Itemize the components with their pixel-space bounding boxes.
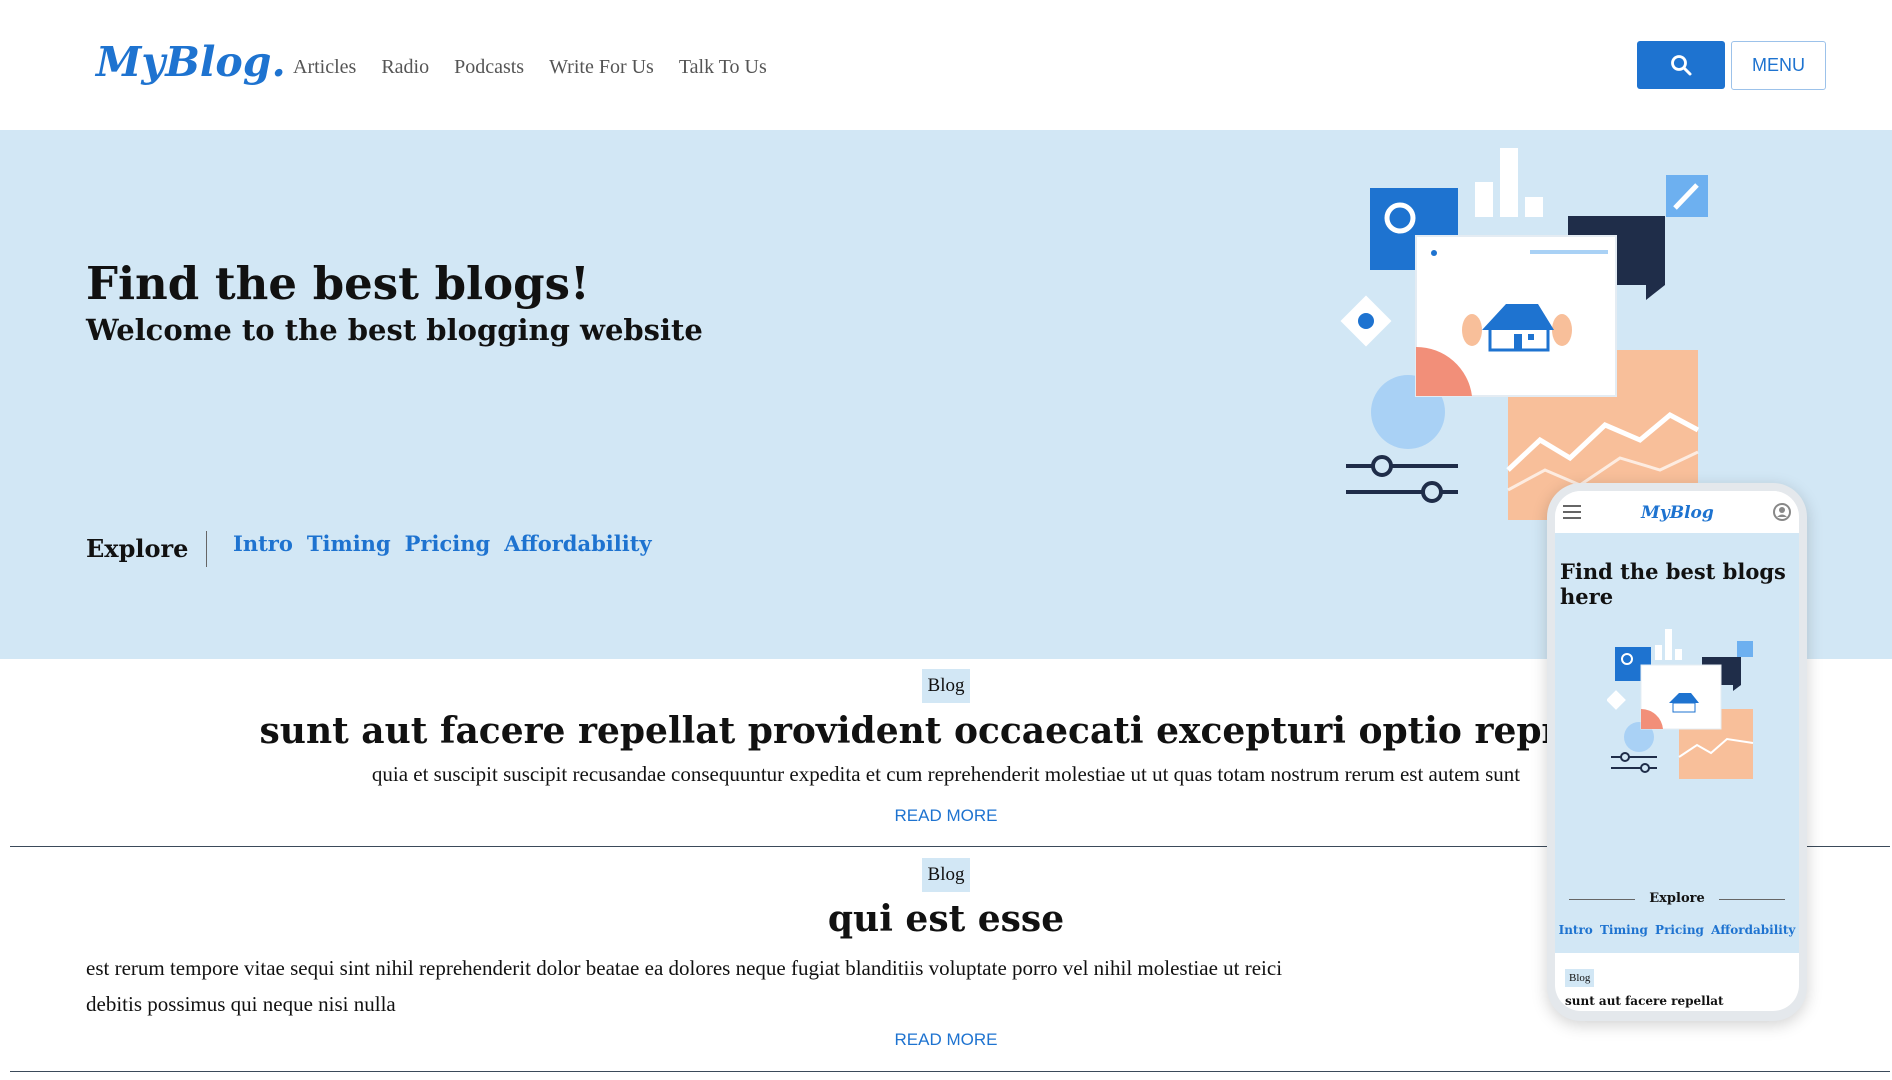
post-body: quia et suscipit suscipit recusandae con… — [371, 762, 1521, 786]
phone-link-pricing[interactable]: Pricing — [1655, 923, 1704, 937]
hero-subtitle: Welcome to the best blogging website — [86, 313, 703, 347]
phone-logo: MyBlog — [1641, 503, 1714, 523]
phone-link-timing[interactable]: Timing — [1600, 923, 1648, 937]
explore-divider — [206, 531, 207, 567]
site-header: MyBlog. Articles Radio Podcasts Write Fo… — [0, 0, 1892, 130]
post-body: est rerum tempore vitae sequi sint nihil… — [86, 950, 1786, 1022]
explore-label: Explore — [86, 534, 189, 563]
phone-explore-label: Explore — [1649, 891, 1705, 906]
phone-link-affordability[interactable]: Affordability — [1711, 923, 1795, 937]
main-nav: Articles Radio Podcasts Write For Us Tal… — [293, 56, 767, 79]
phone-title: Find the best blogs here — [1560, 559, 1786, 609]
read-more-button[interactable]: READ MORE — [895, 806, 998, 825]
read-more-button[interactable]: READ MORE — [895, 1030, 998, 1049]
hero-title: Find the best blogs! — [86, 257, 590, 310]
phone-post-badge: Blog — [1565, 969, 1595, 987]
hamburger-icon — [1563, 505, 1581, 519]
post-body-line: debitis possimus qui neque nisi nulla — [86, 992, 396, 1016]
post-badge: Blog — [921, 858, 971, 892]
menu-button[interactable]: MENU — [1731, 41, 1826, 90]
phone-illustration — [1607, 629, 1754, 779]
nav-articles[interactable]: Articles — [293, 56, 356, 79]
explore-links: Intro Timing Pricing Affordability — [233, 531, 652, 556]
nav-write-for-us[interactable]: Write For Us — [549, 56, 654, 79]
search-icon — [1671, 55, 1692, 76]
phone-explore-links: Intro Timing Pricing Affordability — [1555, 923, 1799, 937]
phone-screen: MyBlog Find the best blogs here Explore … — [1555, 491, 1799, 1011]
nav-radio[interactable]: Radio — [381, 56, 429, 79]
site-logo[interactable]: MyBlog. — [96, 38, 286, 86]
search-button[interactable] — [1637, 41, 1725, 89]
post-body-line: est rerum tempore vitae sequi sint nihil… — [86, 956, 1283, 980]
phone-mockup: MyBlog Find the best blogs here Explore … — [1547, 483, 1807, 1021]
explore-link-pricing[interactable]: Pricing — [405, 531, 491, 556]
read-more-row: READ MORE — [0, 1030, 1892, 1050]
post-divider — [10, 1071, 1890, 1072]
nav-talk-to-us[interactable]: Talk To Us — [679, 56, 767, 79]
nav-podcasts[interactable]: Podcasts — [454, 56, 524, 79]
explore-link-affordability[interactable]: Affordability — [504, 531, 651, 556]
explore-link-timing[interactable]: Timing — [307, 531, 391, 556]
user-icon — [1773, 503, 1791, 521]
explore-link-intro[interactable]: Intro — [233, 531, 293, 556]
hero-illustration — [1340, 148, 1708, 520]
phone-post-title: sunt aut facere repellat — [1565, 994, 1724, 1008]
phone-link-intro[interactable]: Intro — [1559, 923, 1593, 937]
phone-header: MyBlog — [1555, 491, 1799, 533]
post-badge: Blog — [921, 669, 971, 703]
